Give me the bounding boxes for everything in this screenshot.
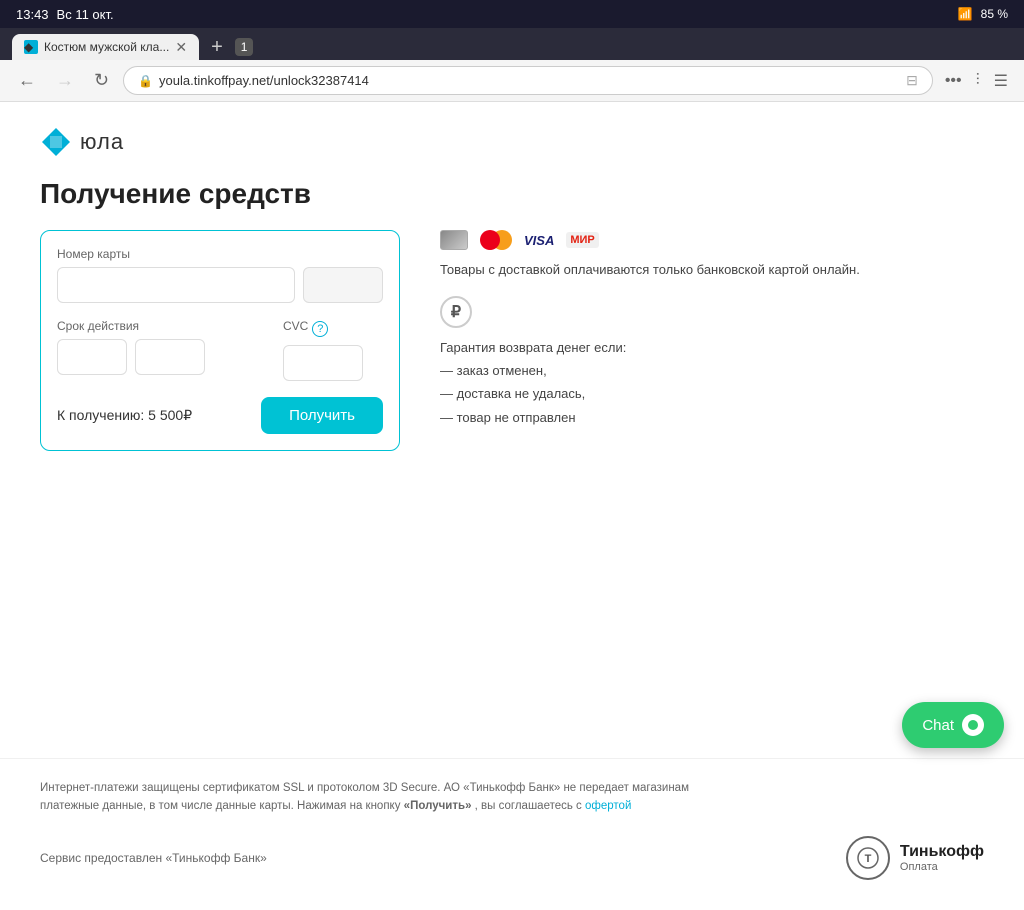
tab-close-button[interactable]: ✕ <box>175 40 187 54</box>
bank-card-icon <box>440 230 468 250</box>
expiry-year-input[interactable] <box>135 339 205 375</box>
bank-card-info-text: Товары с доставкой оплачиваются только б… <box>440 260 984 280</box>
guarantee-item-3: — товар не отправлен <box>440 406 984 429</box>
footer-bottom: Сервис предоставлен «Тинькофф Банк» Т Ти… <box>40 836 984 880</box>
card-number-field: Номер карты <box>57 247 383 303</box>
chat-dot-inner <box>968 720 978 730</box>
browser-chrome: ◆ Костюм мужской кла... ✕ + 1 <box>0 28 1024 60</box>
card-logos: VISA МИР <box>440 230 984 250</box>
tinkoff-name-block: Тинькофф Оплата <box>900 843 984 873</box>
tab-title: Костюм мужской кла... <box>44 40 169 54</box>
page-title: Получение средств <box>40 178 984 210</box>
browser-tab[interactable]: ◆ Костюм мужской кла... ✕ <box>12 34 199 60</box>
wifi-icon: 📶 <box>958 7 973 21</box>
youla-logo: юла <box>40 126 984 158</box>
address-bar[interactable]: 🔒 youla.tinkoffpay.net/unlock32387414 ⊟ <box>123 66 933 95</box>
page-content: юла Получение средств Номер карты Срок д… <box>0 102 1024 758</box>
tinkoff-name: Тинькофф <box>900 843 984 861</box>
back-button[interactable]: ← <box>12 68 42 93</box>
youla-logo-text: юла <box>80 129 124 155</box>
oferta-link[interactable]: офертой <box>585 800 631 812</box>
guarantee-item-2: — доставка не удалась, <box>440 382 984 405</box>
expiry-month-input[interactable] <box>57 339 127 375</box>
history-button[interactable]: ⫶ <box>972 68 984 94</box>
expiry-cvc-row: Срок действия CVC ? <box>57 319 383 381</box>
cvc-group: CVC ? <box>283 319 383 381</box>
status-bar: 13:43 Вс 11 окт. 📶 85 % <box>0 0 1024 28</box>
new-tab-button[interactable]: + <box>203 36 231 59</box>
footer: Интернет-платежи защищены сертификатом S… <box>0 758 1024 910</box>
tab-bar: ◆ Костюм мужской кла... ✕ + 1 <box>0 28 1024 60</box>
visa-logo: VISA <box>524 233 554 248</box>
mastercard-icon <box>480 230 512 250</box>
status-time: 13:43 <box>16 7 49 22</box>
card-number-suffix <box>303 267 383 303</box>
expiry-group: Срок действия <box>57 319 275 375</box>
ruble-icon: ₽ <box>451 302 461 322</box>
chat-dot-icon <box>962 714 984 736</box>
chat-button[interactable]: Chat <box>902 702 1004 748</box>
cvc-help-button[interactable]: ? <box>312 321 328 337</box>
card-number-input[interactable] <box>57 267 295 303</box>
footer-security-text: Интернет-платежи защищены сертификатом S… <box>40 779 720 816</box>
tinkoff-logo-svg: Т <box>856 846 880 870</box>
forward-button[interactable]: → <box>50 68 80 93</box>
guarantee-list: Гарантия возврата денег если: — заказ от… <box>440 336 984 430</box>
tinkoff-sub: Оплата <box>900 861 984 873</box>
lock-icon: 🔒 <box>138 74 153 88</box>
expiry-inputs <box>57 339 275 375</box>
cvc-label: CVC <box>283 319 308 333</box>
info-panel: VISA МИР Товары с доставкой оплачиваются… <box>440 230 984 429</box>
footer-service-text: Сервис предоставлен «Тинькофф Банк» <box>40 851 267 865</box>
mir-logo: МИР <box>566 232 598 248</box>
menu-dots-button[interactable]: ••• <box>941 68 966 94</box>
status-left: 13:43 Вс 11 окт. <box>16 7 114 22</box>
card-form: Номер карты Срок действия CVC <box>40 230 400 451</box>
hamburger-button[interactable]: ☰ <box>990 67 1012 95</box>
guarantee-icon: ₽ <box>440 296 472 328</box>
status-right: 📶 85 % <box>958 7 1008 21</box>
status-date: Вс 11 окт. <box>57 7 114 22</box>
refresh-button[interactable]: ↻ <box>88 68 115 93</box>
amount-label: К получению: 5 500₽ <box>57 407 192 424</box>
main-content: Номер карты Срок действия CVC <box>40 230 984 451</box>
tinkoff-brand: Т Тинькофф Оплата <box>846 836 984 880</box>
svg-text:Т: Т <box>865 853 872 865</box>
bookmark-icon: ⊟ <box>906 72 918 89</box>
get-funds-button[interactable]: Получить <box>261 397 383 434</box>
guarantee-item-1: — заказ отменен, <box>440 359 984 382</box>
url-text: youla.tinkoffpay.net/unlock32387414 <box>159 73 900 88</box>
cvc-label-row: CVC ? <box>283 319 383 339</box>
tinkoff-logo: Т <box>846 836 890 880</box>
card-number-label: Номер карты <box>57 247 383 261</box>
nav-right-buttons: ••• ⫶ ☰ <box>941 67 1012 95</box>
chat-label: Chat <box>922 717 954 734</box>
tab-count: 1 <box>235 38 254 56</box>
cvc-input[interactable] <box>283 345 363 381</box>
footer-agreement-text: , вы соглашаетесь с <box>475 800 582 812</box>
youla-diamond-icon <box>40 126 72 158</box>
nav-bar: ← → ↻ 🔒 youla.tinkoffpay.net/unlock32387… <box>0 60 1024 102</box>
battery-text: 85 % <box>981 7 1008 21</box>
form-bottom: К получению: 5 500₽ Получить <box>57 397 383 434</box>
footer-button-ref: «Получить» <box>404 800 472 812</box>
guarantee-title: Гарантия возврата денег если: <box>440 336 984 359</box>
expiry-label: Срок действия <box>57 319 275 333</box>
card-number-row <box>57 267 383 303</box>
guarantee-section: ₽ Гарантия возврата денег если: — заказ … <box>440 296 984 430</box>
tab-favicon: ◆ <box>24 40 38 54</box>
